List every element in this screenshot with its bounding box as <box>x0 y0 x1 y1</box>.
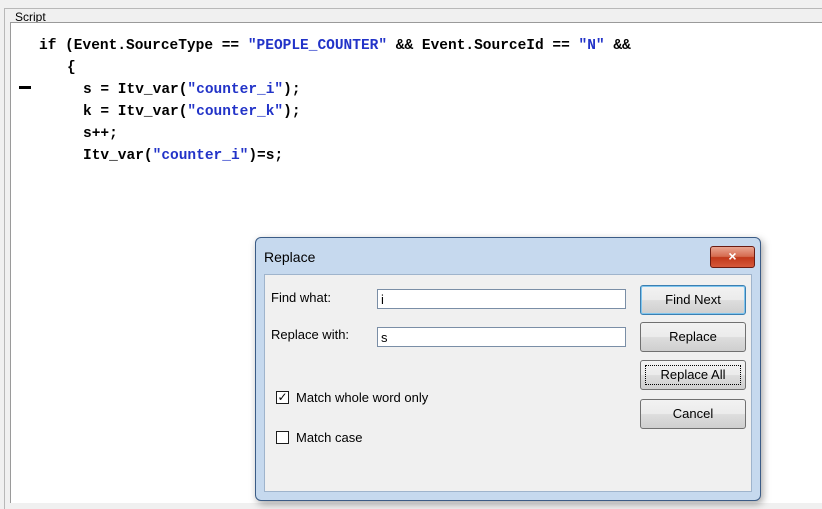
code-line-3: s = Itv_var("counter_i"); <box>83 82 301 98</box>
dialog-client-area: Find what: i Replace with: s ✓ Match who… <box>264 274 752 492</box>
match-case-checkbox[interactable] <box>276 431 289 444</box>
match-whole-word-label[interactable]: Match whole word only <box>296 390 428 405</box>
code-line-1: if (Event.SourceType == "PEOPLE_COUNTER"… <box>39 38 631 54</box>
replace-all-button[interactable]: Replace All <box>640 360 746 390</box>
find-next-button[interactable]: Find Next <box>640 285 746 315</box>
cancel-button[interactable]: Cancel <box>640 399 746 429</box>
fold-collapse-icon[interactable] <box>19 86 31 89</box>
replace-with-label: Replace with: <box>271 327 350 342</box>
match-case-label[interactable]: Match case <box>296 430 362 445</box>
code-line-6: Itv_var("counter_i")=s; <box>83 148 284 164</box>
replace-with-input[interactable]: s <box>377 327 626 347</box>
code-line-2: { <box>67 60 76 76</box>
focus-rectangle <box>645 365 741 385</box>
close-button[interactable]: × <box>710 246 755 268</box>
replace-button[interactable]: Replace <box>640 322 746 352</box>
code-line-4: k = Itv_var("counter_k"); <box>83 104 301 120</box>
find-what-input[interactable]: i <box>377 289 626 309</box>
dialog-title: Replace <box>264 249 316 265</box>
replace-dialog: Replace × Find what: i Replace with: s ✓… <box>255 237 761 501</box>
match-whole-word-checkbox[interactable]: ✓ <box>276 391 289 404</box>
code-line-5: s++; <box>83 126 118 142</box>
find-what-label: Find what: <box>271 290 331 305</box>
close-icon: × <box>728 248 737 264</box>
